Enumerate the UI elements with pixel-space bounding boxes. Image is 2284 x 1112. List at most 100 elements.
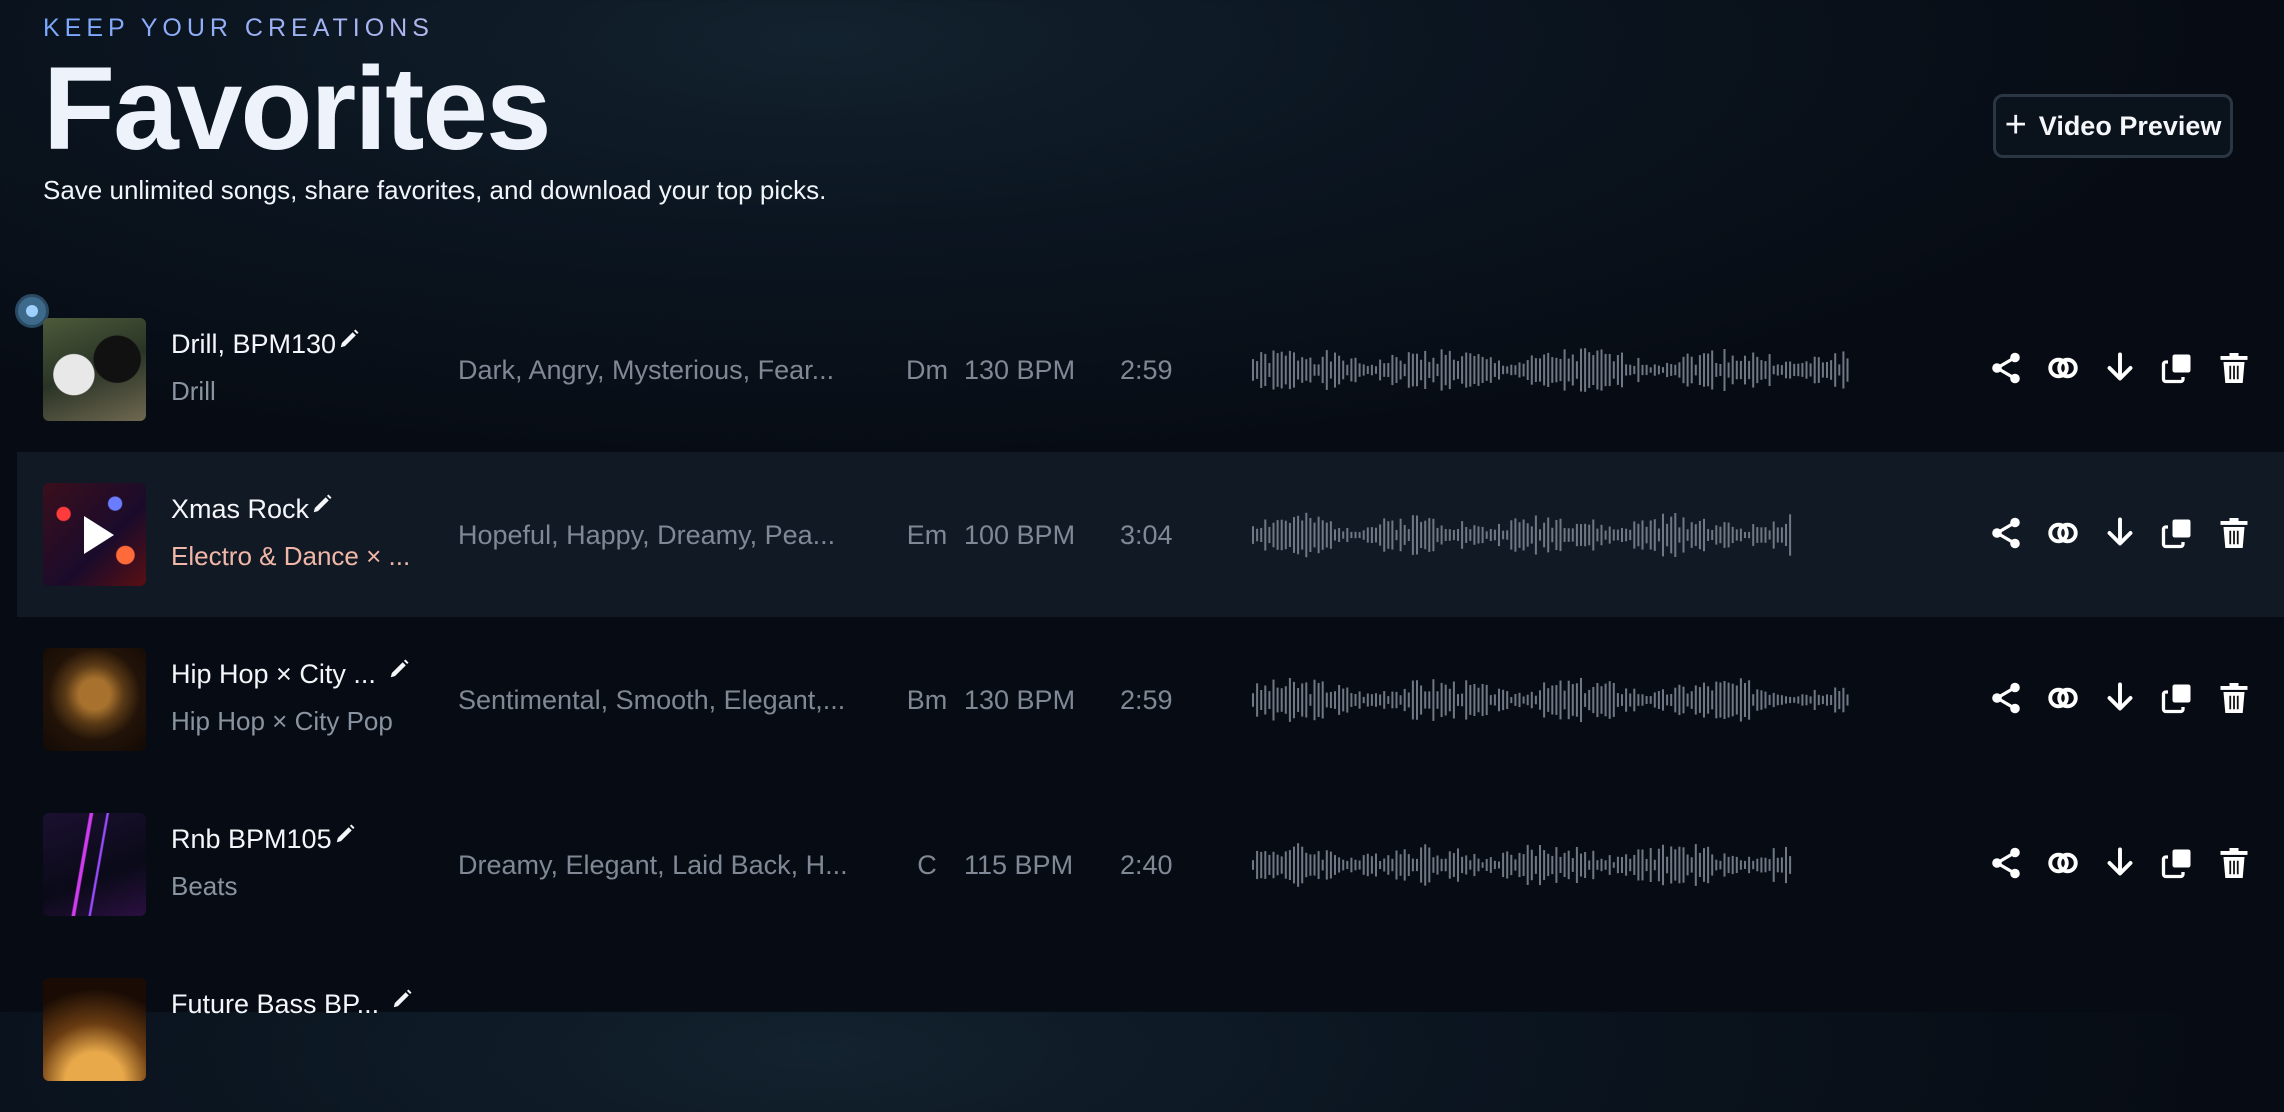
waveform-bar (1719, 860, 1722, 870)
link-icon[interactable] (2044, 676, 2081, 720)
waveform-bar (1436, 855, 1439, 875)
trash-icon[interactable] (2215, 511, 2252, 555)
edit-pencil-icon[interactable] (338, 328, 360, 350)
waveform-bar (1772, 692, 1775, 708)
song-row[interactable]: Drill, BPM130 Drill Dark, Angry, Mysteri… (17, 287, 2284, 452)
song-title[interactable]: Drill, BPM130 (171, 328, 360, 360)
waveform-bar (1268, 854, 1271, 875)
waveform-bar (1555, 685, 1558, 715)
song-artwork[interactable] (43, 813, 146, 916)
waveform-bar (1756, 356, 1759, 384)
edit-pencil-icon[interactable] (388, 658, 410, 680)
download-icon[interactable] (2101, 511, 2138, 555)
waveform-bar (1805, 361, 1808, 379)
waveform-bar (1588, 689, 1591, 711)
waveform-bar (1342, 360, 1345, 380)
waveform-bar (1653, 364, 1656, 376)
waveform-bar (1666, 362, 1669, 378)
song-row[interactable]: Rnb BPM105 Beats Dreamy, Elegant, Laid B… (17, 782, 2284, 947)
waveform-bar (1645, 364, 1648, 376)
waveform-bar (1641, 520, 1644, 550)
song-title[interactable]: Rnb BPM105 (171, 823, 356, 855)
waveform-bar (1280, 856, 1283, 874)
waveform-bar (1510, 520, 1513, 550)
song-row[interactable]: Hip Hop × City ... Hip Hop × City Pop Se… (17, 617, 2284, 782)
waveform-bar (1842, 687, 1845, 713)
song-title[interactable]: Xmas Rock (171, 493, 333, 525)
song-title[interactable]: Hip Hop × City ... (171, 658, 410, 690)
waveform-bar (1325, 522, 1328, 548)
waveform-bar (1641, 364, 1644, 376)
edit-pencil-icon[interactable] (334, 823, 356, 845)
waveform[interactable] (1252, 674, 1852, 726)
waveform-bar (1485, 359, 1488, 381)
download-icon[interactable] (2101, 346, 2138, 390)
song-row[interactable]: Future Bass BP... (17, 947, 2284, 1112)
waveform-bar (1366, 366, 1369, 374)
waveform-bar (1793, 363, 1796, 376)
waveform-bar (1571, 354, 1574, 386)
waveform[interactable] (1252, 839, 1852, 891)
waveform-bar (1436, 363, 1439, 377)
waveform[interactable] (1252, 509, 1852, 561)
waveform-bar (1350, 693, 1353, 707)
duplicate-icon[interactable] (2158, 841, 2195, 885)
song-artwork[interactable] (43, 648, 146, 751)
waveform-bar (1809, 696, 1812, 704)
waveform-bar (1575, 683, 1578, 717)
waveform-bar (1694, 685, 1697, 715)
song-title[interactable]: Future Bass BP... (171, 988, 413, 1020)
song-genre[interactable]: Electro & Dance × ... (171, 541, 410, 572)
waveform-bar (1633, 365, 1636, 375)
waveform-bar (1682, 356, 1685, 384)
waveform-bar (1785, 696, 1787, 704)
waveform-bar (1567, 528, 1570, 542)
waveform[interactable] (1252, 344, 1852, 396)
link-icon[interactable] (2044, 346, 2081, 390)
edit-pencil-icon[interactable] (391, 988, 413, 1010)
download-icon[interactable] (2101, 841, 2138, 885)
share-icon[interactable] (1987, 676, 2024, 720)
waveform-bar (1465, 352, 1468, 388)
waveform-bar (1588, 860, 1591, 870)
waveform-bar (1329, 691, 1332, 709)
play-icon[interactable] (83, 515, 114, 554)
song-artwork[interactable] (43, 483, 146, 586)
waveform-bar (1817, 694, 1820, 706)
share-icon[interactable] (1987, 346, 2024, 390)
waveform-bar (1288, 678, 1291, 722)
waveform-bar (1686, 529, 1689, 541)
waveform-bar (1780, 857, 1783, 873)
waveform-bar (1399, 518, 1402, 552)
share-icon[interactable] (1987, 841, 2024, 885)
duplicate-icon[interactable] (2158, 511, 2195, 555)
waveform-bar (1284, 520, 1287, 550)
song-artwork[interactable] (43, 978, 146, 1081)
waveform-bar (1830, 360, 1833, 380)
edit-pencil-icon[interactable] (311, 493, 333, 515)
download-icon[interactable] (2101, 676, 2138, 720)
waveform-bar (1567, 358, 1570, 382)
waveform-bar (1334, 529, 1336, 541)
waveform-bar (1387, 696, 1390, 704)
waveform-bar (1678, 527, 1681, 543)
waveform-bar (1551, 685, 1554, 715)
duplicate-icon[interactable] (2158, 346, 2195, 390)
song-key: Em (906, 520, 948, 550)
link-icon[interactable] (2044, 841, 2081, 885)
share-icon[interactable] (1987, 511, 2024, 555)
waveform-bar (1272, 851, 1275, 879)
trash-icon[interactable] (2215, 676, 2252, 720)
video-preview-button[interactable]: + Video Preview (1993, 94, 2233, 158)
trash-icon[interactable] (2215, 841, 2252, 885)
duplicate-icon[interactable] (2158, 676, 2195, 720)
waveform-bar (1830, 695, 1833, 705)
waveform-bar (1559, 518, 1562, 552)
waveform-bar (1789, 696, 1792, 704)
link-icon[interactable] (2044, 511, 2081, 555)
waveform-bar (1637, 849, 1640, 881)
waveform-bar (1584, 693, 1587, 707)
song-artwork[interactable] (43, 318, 146, 421)
song-row[interactable]: Xmas Rock Electro & Dance × ... Hopeful,… (17, 452, 2284, 617)
trash-icon[interactable] (2215, 346, 2252, 390)
